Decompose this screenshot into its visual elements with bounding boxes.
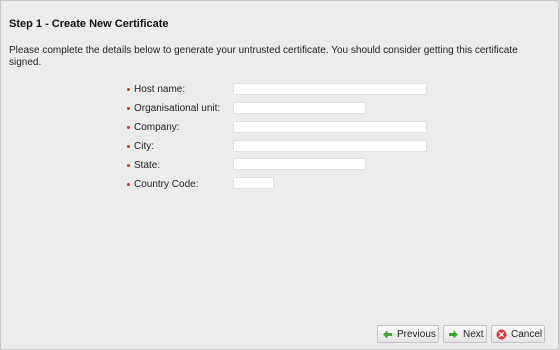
form-row-organisational-unit: Organisational unit: <box>127 101 234 115</box>
form-row-company: Company: <box>127 120 234 134</box>
city-label: City: <box>134 140 154 152</box>
next-button-label: Next <box>463 328 484 340</box>
form-row-state: State: <box>127 158 234 172</box>
cancel-icon <box>496 329 507 340</box>
country-code-label: Country Code: <box>134 178 199 190</box>
organisational-unit-label: Organisational unit: <box>134 102 221 114</box>
required-bullet-icon <box>127 87 130 91</box>
cancel-button[interactable]: Cancel <box>491 325 545 343</box>
host-name-input[interactable] <box>233 83 427 95</box>
required-bullet-icon <box>127 125 130 129</box>
country-code-input[interactable] <box>233 177 274 189</box>
required-bullet-icon <box>127 106 130 110</box>
host-name-label: Host name: <box>134 83 186 95</box>
form-row-country-code: Country Code: <box>127 177 234 191</box>
next-button[interactable]: Next <box>443 325 487 343</box>
intro-text: Please complete the details below to gen… <box>9 45 518 68</box>
company-input[interactable] <box>233 121 427 133</box>
previous-button[interactable]: Previous <box>377 325 439 343</box>
form-row-host-name: Host name: <box>127 82 234 96</box>
arrow-left-icon <box>382 329 393 340</box>
form-row-city: City: <box>127 139 234 153</box>
organisational-unit-input[interactable] <box>233 102 366 114</box>
step-title: Step 1 - Create New Certificate <box>9 18 169 30</box>
arrow-right-icon <box>448 329 459 340</box>
cancel-button-label: Cancel <box>511 328 543 340</box>
wizard-panel: Step 1 - Create New Certificate Please c… <box>0 0 559 350</box>
state-label: State: <box>134 159 161 171</box>
required-bullet-icon <box>127 144 130 148</box>
company-label: Company: <box>134 121 180 133</box>
city-input[interactable] <box>233 140 427 152</box>
required-bullet-icon <box>127 163 130 167</box>
state-input[interactable] <box>233 158 366 170</box>
required-bullet-icon <box>127 182 130 186</box>
previous-button-label: Previous <box>397 328 436 340</box>
